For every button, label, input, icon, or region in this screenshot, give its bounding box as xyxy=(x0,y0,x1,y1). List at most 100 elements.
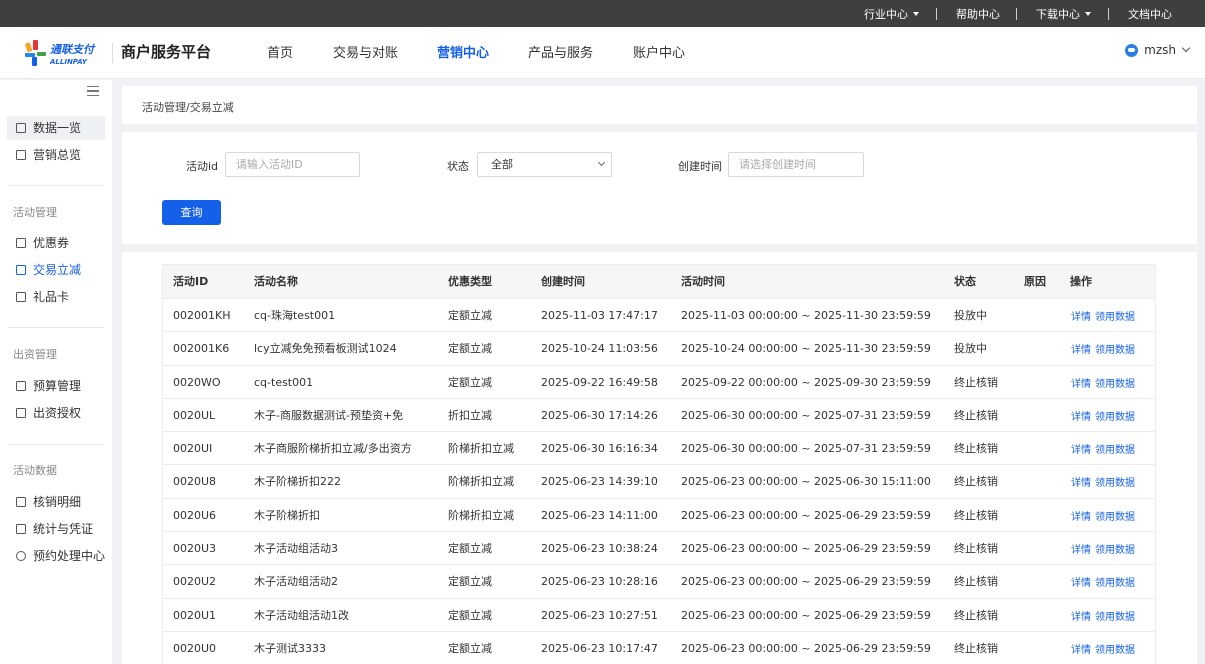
activity-id-input[interactable] xyxy=(225,152,360,177)
query-button[interactable]: 查询 xyxy=(162,200,221,225)
sidebar-item-label: 优惠券 xyxy=(33,236,70,250)
cell-activity-id: 0020U0 xyxy=(173,641,217,655)
cell-activity-id: 0020UI xyxy=(173,442,213,456)
cell-status: 终止核销 xyxy=(954,475,998,489)
cell-discount-type: 阶梯折扣立减 xyxy=(448,442,514,456)
sidebar-item-label: 核销明细 xyxy=(33,495,82,509)
sidebar-item-budget[interactable]: 预算管理 xyxy=(7,374,105,398)
divider xyxy=(1108,8,1109,20)
sidebar-item-coupons[interactable]: 优惠券 xyxy=(7,231,105,255)
detail-link[interactable]: 详情 xyxy=(1071,312,1091,323)
cell-activity-period: 2025-06-23 00:00:00 ~ 2025-06-29 23:59:5… xyxy=(681,608,931,622)
detail-link[interactable]: 详情 xyxy=(1071,512,1091,523)
cell-activity-id: 0020U8 xyxy=(173,475,217,489)
nav-trade-reconcile[interactable]: 交易与对账 xyxy=(333,27,398,79)
detail-link[interactable]: 详情 xyxy=(1071,612,1091,623)
table-row: 0020UI 木子商服阶梯折扣立减/多出资方 阶梯折扣立减 2025-06-30 16… xyxy=(163,431,1155,465)
cell-activity-name: 木子-商服数据测试-预垫资+免 xyxy=(254,408,404,422)
download-center-label: 下载中心 xyxy=(1036,8,1080,21)
usage-data-link[interactable]: 领用数据 xyxy=(1095,645,1135,656)
budget-icon xyxy=(16,381,26,391)
industry-center-menu[interactable]: 行业中心 xyxy=(864,0,919,27)
detail-link[interactable]: 详情 xyxy=(1071,545,1091,556)
user-menu[interactable]: mzsh xyxy=(1125,43,1191,57)
divider xyxy=(936,8,937,20)
caret-down-icon xyxy=(913,12,919,16)
usage-data-link[interactable]: 领用数据 xyxy=(1095,412,1135,423)
cell-activity-id: 0020U6 xyxy=(173,508,217,522)
table-row: 002001KH cq-珠海test001 定额立减 2025-11-03 17:47… xyxy=(163,298,1155,332)
detail-link[interactable]: 详情 xyxy=(1071,578,1091,589)
document-icon xyxy=(16,408,26,418)
cell-create-time: 2025-06-23 14:39:10 xyxy=(541,475,658,489)
sidebar-item-reservation-center[interactable]: 预约处理中心 xyxy=(7,544,105,568)
cell-activity-name: 木子活动组活动3 xyxy=(254,542,338,556)
usage-data-link[interactable]: 领用数据 xyxy=(1095,545,1135,556)
logo-divider xyxy=(112,43,113,63)
top-utility-bar: 行业中心 帮助中心 下载中心 文档中心 xyxy=(0,0,1205,27)
table-row: 0020U2 木子活动组活动2 定额立减 2025-06-23 10:28:16 202… xyxy=(163,564,1155,598)
allinpay-logo[interactable]: 通联支付 ALLINPAY xyxy=(24,39,104,67)
nav-marketing-center[interactable]: 营销中心 xyxy=(437,27,489,79)
detail-link[interactable]: 详情 xyxy=(1071,412,1091,423)
usage-data-link[interactable]: 领用数据 xyxy=(1095,612,1135,623)
divider xyxy=(8,444,104,445)
cell-activity-name: cq-珠海test001 xyxy=(254,309,336,322)
cell-activity-period: 2025-06-30 00:00:00 ~ 2025-07-31 23:59:5… xyxy=(681,408,931,422)
usage-data-link[interactable]: 领用数据 xyxy=(1095,445,1135,456)
detail-link[interactable]: 详情 xyxy=(1071,379,1091,390)
nav-account-center[interactable]: 账户中心 xyxy=(633,27,685,79)
cell-actions: 详情 领用数据 xyxy=(1071,367,1139,399)
cell-activity-period: 2025-06-23 00:00:00 ~ 2025-06-29 23:59:5… xyxy=(681,508,931,522)
usage-data-link[interactable]: 领用数据 xyxy=(1095,312,1135,323)
status-label: 状态 xyxy=(447,160,469,173)
sidebar-item-funding-auth[interactable]: 出资授权 xyxy=(7,401,105,425)
sidebar-item-marketing-overview[interactable]: 营销总览 xyxy=(7,143,105,167)
status-select-value: 全部 xyxy=(491,158,513,171)
usage-data-link[interactable]: 领用数据 xyxy=(1095,345,1135,356)
cell-activity-period: 2025-06-23 00:00:00 ~ 2025-06-30 15:11:0… xyxy=(681,475,931,489)
detail-link[interactable]: 详情 xyxy=(1071,478,1091,489)
menu-collapse-icon[interactable] xyxy=(87,86,99,99)
sidebar: 数据一览 营销总览 活动管理 优惠券 交易立减 礼品卡 出资管理 预算管理 出资… xyxy=(0,80,112,664)
usage-data-link[interactable]: 领用数据 xyxy=(1095,512,1135,523)
sidebar-item-data-overview[interactable]: 数据一览 xyxy=(7,116,105,140)
detail-link[interactable]: 详情 xyxy=(1071,445,1091,456)
cell-activity-period: 2025-10-24 00:00:00 ~ 2025-11-30 23:59:5… xyxy=(681,342,931,356)
download-center-menu[interactable]: 下载中心 xyxy=(1036,0,1091,27)
status-select[interactable]: 全部 xyxy=(477,152,612,177)
cell-activity-id: 0020WO xyxy=(173,375,221,389)
sidebar-item-label: 出资授权 xyxy=(33,406,82,420)
cell-actions: 详情 领用数据 xyxy=(1071,466,1139,498)
cell-activity-name: 木子活动组活动1改 xyxy=(254,608,349,622)
usage-data-link[interactable]: 领用数据 xyxy=(1095,379,1135,390)
detail-link[interactable]: 详情 xyxy=(1071,345,1091,356)
industry-center-label: 行业中心 xyxy=(864,8,908,21)
cell-create-time: 2025-06-23 10:17:47 xyxy=(541,641,658,655)
cell-actions: 详情 领用数据 xyxy=(1071,633,1139,664)
sidebar-item-stats-vouchers[interactable]: 统计与凭证 xyxy=(7,517,105,541)
docs-center-link[interactable]: 文档中心 xyxy=(1128,0,1172,27)
divider xyxy=(8,185,104,186)
detail-link[interactable]: 详情 xyxy=(1071,645,1091,656)
sidebar-item-redeem-details[interactable]: 核销明细 xyxy=(7,490,105,514)
col-discount-type: 优惠类型 xyxy=(448,275,492,288)
cell-create-time: 2025-11-03 17:47:17 xyxy=(541,309,658,322)
nav-home[interactable]: 首页 xyxy=(267,27,293,79)
cell-status: 终止核销 xyxy=(954,442,998,456)
col-activity-name: 活动名称 xyxy=(254,275,298,288)
sidebar-item-gift-card[interactable]: 礼品卡 xyxy=(7,285,105,309)
chart-icon xyxy=(16,123,26,133)
cell-activity-name: cq-test001 xyxy=(254,375,314,389)
main-header: 通联支付 ALLINPAY 商户服务平台 首页 交易与对账 营销中心 产品与服务… xyxy=(0,27,1205,79)
cell-status: 投放中 xyxy=(954,342,987,356)
cell-activity-name: 木子阶梯折扣222 xyxy=(254,475,341,489)
usage-data-link[interactable]: 领用数据 xyxy=(1095,478,1135,489)
create-time-picker[interactable] xyxy=(728,152,864,177)
nav-products-services[interactable]: 产品与服务 xyxy=(528,27,593,79)
help-center-link[interactable]: 帮助中心 xyxy=(956,0,1000,27)
cell-discount-type: 折扣立减 xyxy=(448,408,492,422)
cell-activity-id: 0020U3 xyxy=(173,542,217,556)
usage-data-link[interactable]: 领用数据 xyxy=(1095,578,1135,589)
sidebar-item-trade-discount[interactable]: 交易立减 xyxy=(7,258,105,282)
